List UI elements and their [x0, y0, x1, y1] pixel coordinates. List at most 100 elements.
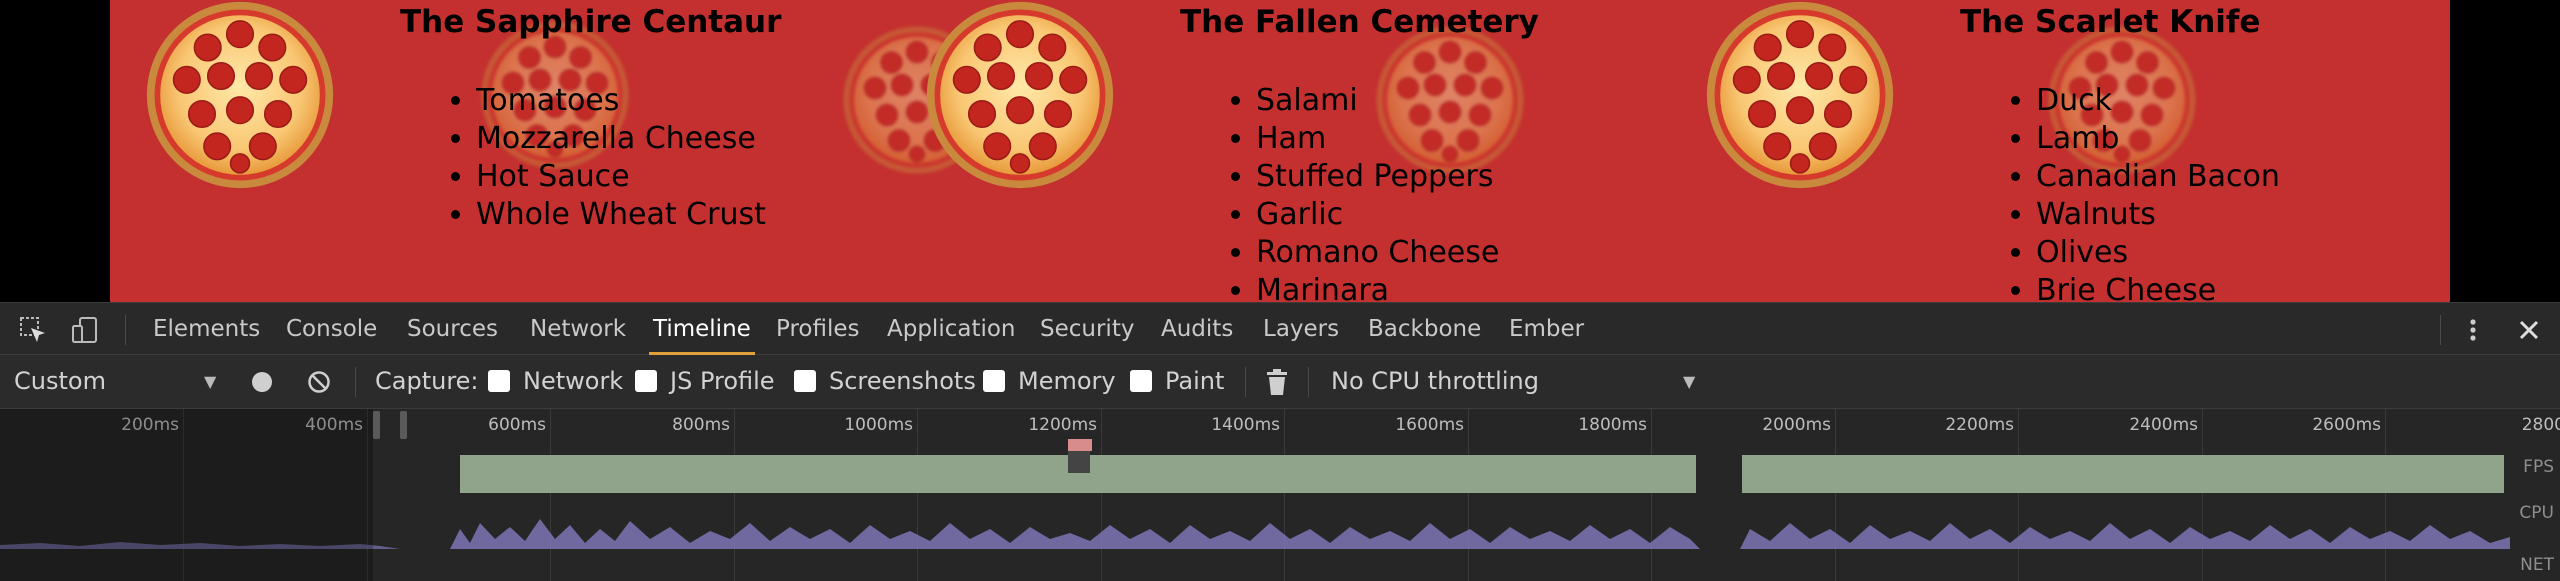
list-item: Canadian Bacon [2036, 158, 2280, 196]
timeline-gridline [734, 409, 735, 581]
inspect-element-icon[interactable] [18, 315, 48, 345]
pizza-title: The Sapphire Centaur [400, 4, 782, 40]
list-item: Salami [1256, 82, 1499, 120]
checkbox-label: Network [523, 367, 624, 395]
checkbox-paint[interactable] [1130, 370, 1152, 392]
close-icon[interactable] [2514, 315, 2544, 345]
timeline-gridline [1101, 409, 1102, 581]
tab-application[interactable]: Application [887, 303, 1016, 355]
list-item: Ham [1256, 120, 1499, 158]
selection-handle-left[interactable] [373, 411, 380, 439]
tab-profiles[interactable]: Profiles [776, 303, 860, 355]
list-item: Duck [2036, 82, 2280, 120]
tab-timeline[interactable]: Timeline [649, 303, 755, 355]
tab-ember[interactable]: Ember [1509, 303, 1584, 355]
preset-select[interactable]: Custom ▼ [14, 355, 224, 408]
lane-label-cpu: CPU [2519, 503, 2554, 523]
checkbox-label: Paint [1165, 367, 1225, 395]
checkbox-network[interactable] [488, 370, 510, 392]
tab-audits[interactable]: Audits [1161, 303, 1233, 355]
checkbox-label: JS Profile [670, 367, 775, 395]
timeline-tick-label: 2600ms [2312, 415, 2381, 435]
tab-console[interactable]: Console [286, 303, 377, 355]
list-item: Brie Cheese [2036, 272, 2280, 302]
dropdown-arrow-icon: ▼ [204, 372, 217, 391]
list-item: Walnuts [2036, 196, 2280, 234]
browser-viewport: The Sapphire Centaur Tomatoes Mozzarella… [0, 0, 2560, 302]
pizza-image [925, 0, 1115, 190]
timeline-overview[interactable]: 200ms 400ms 600ms 800ms 1000ms 1200ms 1400ms 16… [0, 409, 2560, 581]
tab-layers[interactable]: Layers [1263, 303, 1339, 355]
fps-bar [1742, 455, 2504, 493]
tab-backbone[interactable]: Backbone [1368, 303, 1481, 355]
list-item: Olives [2036, 234, 2280, 272]
pizza-image [1705, 0, 1895, 190]
toolbar-divider [1245, 367, 1246, 397]
tab-network[interactable]: Network [530, 303, 626, 355]
timeline-tick-label: 800ms [672, 415, 730, 435]
timeline-tick-label: 1200ms [1028, 415, 1097, 435]
selection-overlay [0, 409, 373, 581]
pizza-title: The Scarlet Knife [1960, 4, 2261, 40]
list-item: Tomatoes [476, 82, 766, 120]
timeline-gridline [1835, 409, 1836, 581]
selection-handle-right[interactable] [400, 411, 407, 439]
pizza-title: The Fallen Cemetery [1180, 4, 1539, 40]
trash-icon[interactable] [1264, 368, 1290, 396]
tabbar-divider [2440, 315, 2441, 345]
lane-label-net: NET [2520, 555, 2554, 575]
frame-marker [1068, 439, 1092, 451]
tab-sources[interactable]: Sources [407, 303, 498, 355]
list-item: Lamb [2036, 120, 2280, 158]
preset-value: Custom [14, 367, 106, 395]
timeline-tick-label: 2200ms [1945, 415, 2014, 435]
checkbox-label: Screenshots [829, 367, 976, 395]
capture-label: Capture: [375, 367, 479, 395]
timeline-gridline [2202, 409, 2203, 581]
more-vertical-icon[interactable] [2458, 315, 2488, 345]
cpu-throttling-value: No CPU throttling [1331, 367, 1539, 395]
pizza-page: The Sapphire Centaur Tomatoes Mozzarella… [110, 0, 2450, 302]
cpu-activity-chart [0, 519, 2510, 549]
devtools-tabbar: Elements Console Sources Network Timelin… [0, 302, 2560, 355]
timeline-tick-label: 600ms [488, 415, 546, 435]
timeline-gridline [917, 409, 918, 581]
list-item: Hot Sauce [476, 158, 766, 196]
cpu-throttling-select[interactable]: No CPU throttling ▼ [1331, 355, 1701, 408]
timeline-tick-label: 2000ms [1762, 415, 1831, 435]
ingredient-list: Salami Ham Stuffed Peppers Garlic Romano… [1212, 82, 1499, 302]
devtools-panel: Elements Console Sources Network Timelin… [0, 302, 2560, 581]
timeline-toolbar: Custom ▼ Capture: Network JS Profile Scr… [0, 355, 2560, 409]
toolbar-divider [1308, 367, 1309, 397]
list-item: Marinara [1256, 272, 1499, 302]
list-item: Garlic [1256, 196, 1499, 234]
pizza-icon [925, 0, 1115, 190]
lane-label-fps: FPS [2523, 457, 2554, 477]
list-item: Mozzarella Cheese [476, 120, 766, 158]
timeline-tick-label: 2800 [2521, 415, 2560, 435]
timeline-gridline [2385, 409, 2386, 581]
tabbar-divider [125, 315, 126, 345]
timeline-tick-label: 1400ms [1211, 415, 1280, 435]
tab-elements[interactable]: Elements [153, 303, 260, 355]
checkbox-js-profile[interactable] [635, 370, 657, 392]
tab-security[interactable]: Security [1040, 303, 1134, 355]
record-icon[interactable] [250, 370, 274, 394]
list-item: Stuffed Peppers [1256, 158, 1499, 196]
device-toolbar-icon[interactable] [70, 315, 100, 345]
list-item: Romano Cheese [1256, 234, 1499, 272]
timeline-gridline [1284, 409, 1285, 581]
timeline-tick-label: 1600ms [1395, 415, 1464, 435]
checkbox-label: Memory [1018, 367, 1116, 395]
clear-icon[interactable] [307, 370, 331, 394]
ingredient-list: Duck Lamb Canadian Bacon Walnuts Olives … [1992, 82, 2280, 302]
dropdown-arrow-icon: ▼ [1683, 372, 1696, 391]
checkbox-screenshots[interactable] [794, 370, 816, 392]
checkbox-memory[interactable] [983, 370, 1005, 392]
pizza-image [145, 0, 335, 190]
ingredient-list: Tomatoes Mozzarella Cheese Hot Sauce Who… [432, 82, 766, 234]
list-item: Whole Wheat Crust [476, 196, 766, 234]
toolbar-divider [355, 367, 356, 397]
pizza-icon [1705, 0, 1895, 190]
long-frame-marker [1068, 451, 1090, 473]
